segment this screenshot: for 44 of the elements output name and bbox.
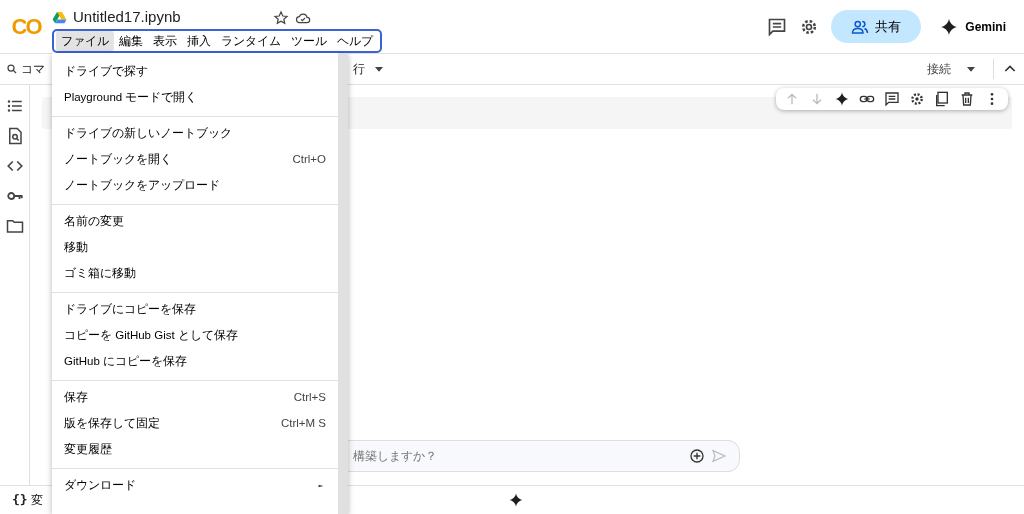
menu-item[interactable]: ノートブックをアップロード [52, 173, 338, 199]
menu-item[interactable]: Playground モードで開く [52, 85, 338, 111]
menu-item[interactable]: ドライブにコピーを保存 [52, 297, 338, 323]
shortcut-text: Ctrl+S [293, 390, 326, 406]
shortcut-text: Ctrl+O [292, 152, 326, 168]
star-icon[interactable] [272, 9, 289, 26]
add-icon[interactable] [689, 448, 705, 464]
sparkle-icon[interactable] [834, 91, 850, 107]
menu-item[interactable]: ノートブックを開く Ctrl+O [52, 147, 338, 173]
menu-item[interactable]: 保存 Ctrl+S [52, 385, 338, 411]
gemini-button[interactable]: Gemini [933, 15, 1012, 38]
comment-icon[interactable] [767, 16, 788, 37]
menu-item[interactable]: 移動 [52, 235, 338, 261]
connect-button[interactable]: 接続 [921, 59, 985, 79]
menu-item[interactable]: 挿入 [182, 30, 216, 51]
notebook-title[interactable]: Untitled17.ipynb [73, 6, 181, 29]
comment-icon[interactable] [884, 91, 900, 107]
run-text[interactable]: 行 [353, 60, 365, 78]
menu-item[interactable]: 名前の変更 [52, 209, 338, 235]
folder-icon[interactable] [5, 217, 24, 235]
search-icon [6, 63, 18, 75]
variables-text[interactable]: 変 [30, 491, 43, 509]
menu-item[interactable]: 編集 [114, 30, 148, 51]
menu-item[interactable]: ヘルプ [332, 30, 378, 51]
settings-icon[interactable] [909, 91, 925, 107]
shortcut-text: Ctrl+M S [280, 416, 326, 432]
share-button[interactable]: 共有 [831, 9, 922, 44]
menu-item[interactable]: GitHub にコピーを保存 [52, 349, 338, 375]
menu-item[interactable]: ランタイム [216, 30, 286, 51]
trash-icon[interactable] [959, 91, 975, 107]
mirror-cell-icon[interactable] [934, 91, 950, 107]
menu-item[interactable]: ダウンロード [52, 473, 338, 499]
menu-item[interactable]: ファイル [56, 30, 114, 51]
menu-item[interactable]: ドライブで探す [52, 59, 338, 85]
list-icon[interactable] [5, 97, 24, 115]
menu-item[interactable]: 表示 [148, 30, 182, 51]
drive-icon [52, 10, 67, 25]
menu-item[interactable]: ドライブの新しいノートブック [52, 121, 338, 147]
menu-item[interactable]: ツール [286, 30, 332, 51]
command-search-text[interactable]: コマ [21, 60, 45, 78]
menu-item[interactable]: 版を保存して固定 Ctrl+M S [52, 411, 338, 437]
menu-item[interactable]: コピーを GitHub Gist として保存 [52, 323, 338, 349]
braces-icon[interactable]: {} [12, 490, 28, 510]
menu-item[interactable]: ゴミ箱に移動 [52, 261, 338, 287]
